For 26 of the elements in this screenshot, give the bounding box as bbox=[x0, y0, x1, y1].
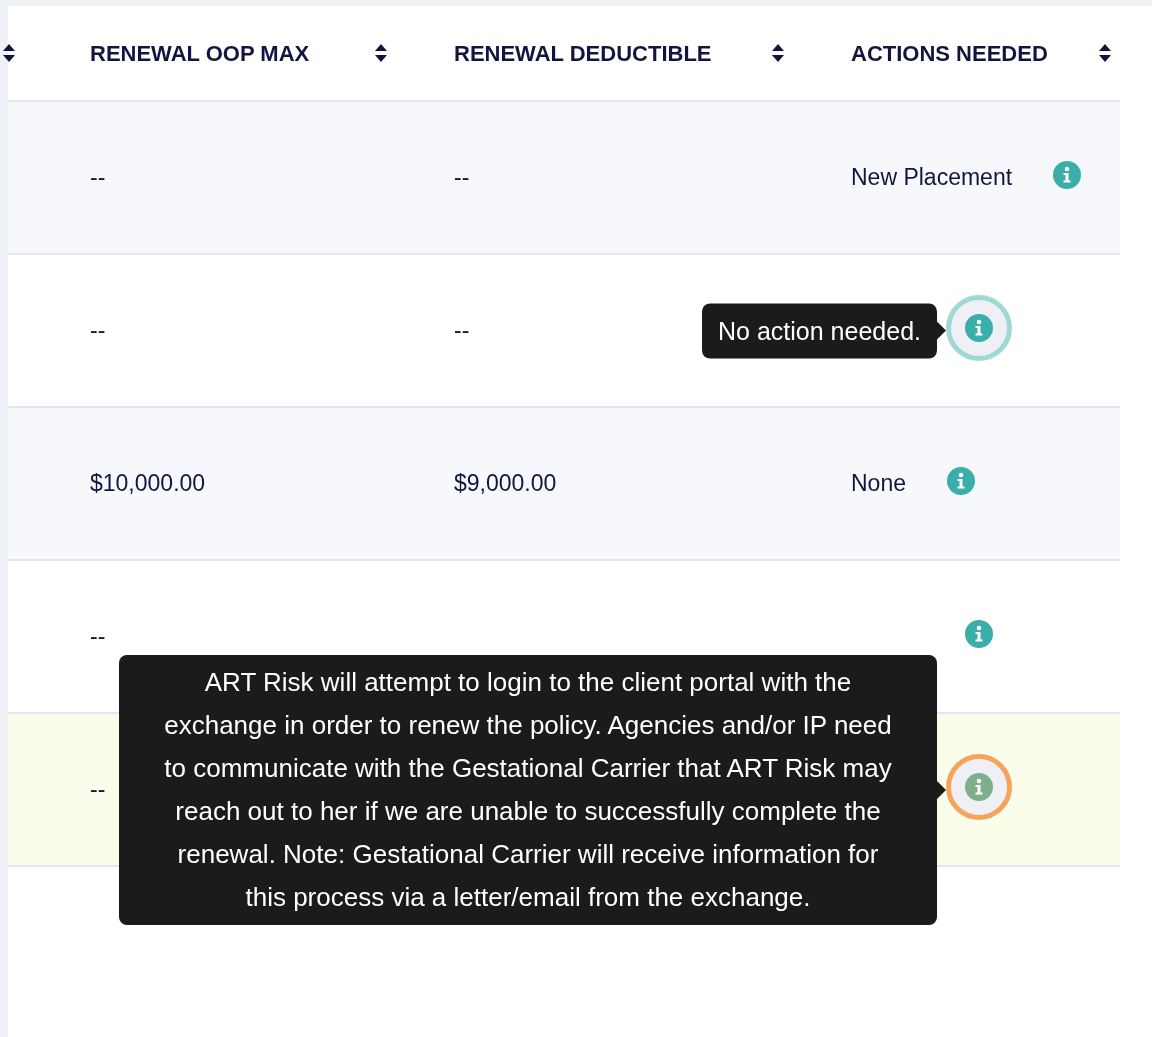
tooltip: ART Risk will attempt to login to the client portal with the exchange in order to renew the policy. Agencies and/or IP need to communicate with the Gestational Carrier that ART Risk may reach out to her if we are unable to successfully complete the renewal. Note: Gestational Carrier will receive information for this process via a letter/email from the exchange. bbox=[119, 654, 937, 925]
tooltip: No action needed. bbox=[702, 303, 937, 358]
table-cell: -- bbox=[454, 164, 470, 191]
sort-icon[interactable] bbox=[374, 43, 388, 63]
info-icon[interactable] bbox=[947, 466, 975, 495]
info-icon[interactable] bbox=[965, 772, 993, 801]
tooltip-arrow bbox=[937, 780, 946, 799]
table-cell: -- bbox=[454, 317, 470, 344]
column-header[interactable]: RENEWAL OOP MAX bbox=[90, 36, 310, 70]
table-cell: -- bbox=[90, 164, 106, 191]
sort-icon[interactable] bbox=[2, 43, 16, 63]
table-cell: -- bbox=[90, 317, 106, 344]
table-cell: -- bbox=[90, 776, 106, 803]
info-icon[interactable] bbox=[1053, 160, 1082, 189]
table-cell-text: New Placement bbox=[851, 163, 1013, 193]
info-icon[interactable] bbox=[965, 313, 993, 342]
sort-icon[interactable] bbox=[1098, 43, 1112, 63]
table-cell-text: None bbox=[851, 469, 906, 499]
column-header[interactable]: RENEWAL DEDUCTIBLE bbox=[454, 36, 712, 70]
tooltip-arrow bbox=[937, 321, 946, 340]
table-cell: $10,000.00 bbox=[90, 470, 206, 497]
column-header[interactable]: ACTIONS NEEDED bbox=[851, 36, 1048, 70]
table-cell: -- bbox=[90, 623, 106, 650]
table-cell: $9,000.00 bbox=[454, 470, 557, 497]
sort-icon[interactable] bbox=[771, 43, 785, 63]
info-icon[interactable] bbox=[965, 619, 993, 648]
